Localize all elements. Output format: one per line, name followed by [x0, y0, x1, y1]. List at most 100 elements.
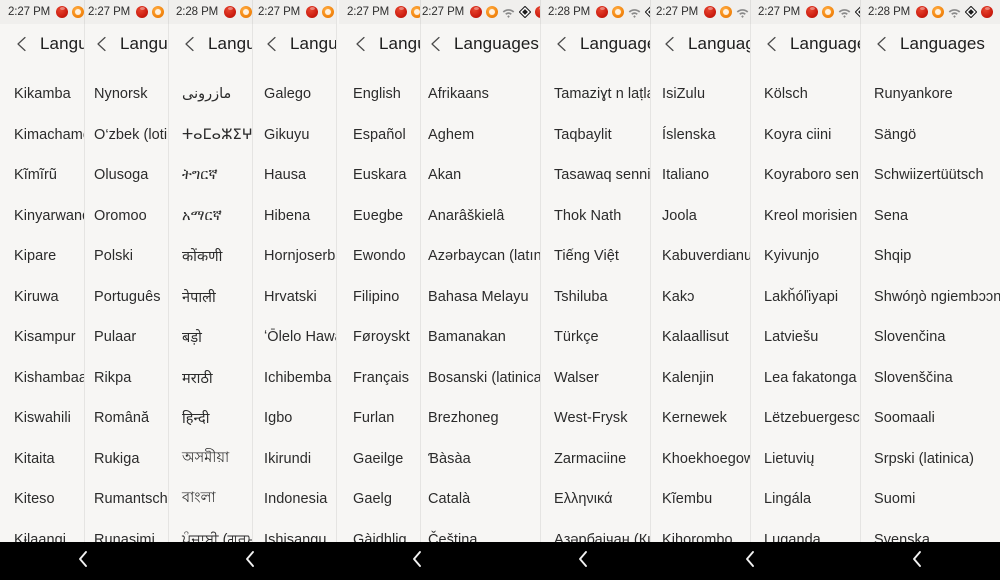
list-item[interactable]: Runyankore [860, 74, 1000, 115]
list-item[interactable]: Ɓàsàa [420, 439, 540, 480]
list-item[interactable]: Sena [860, 196, 1000, 237]
list-item[interactable]: Kiswahili [0, 398, 84, 439]
list-item[interactable]: Føroyskt [339, 317, 420, 358]
language-list[interactable]: Runyankore Sängö Schwiizertüütsch Sena Shqip… [860, 64, 1000, 560]
list-item[interactable]: Polski [84, 236, 168, 277]
list-item[interactable]: Lëtzebuergesch [750, 398, 860, 439]
list-item[interactable]: Kimachame [0, 115, 84, 156]
list-item[interactable]: Kitaita [0, 439, 84, 480]
list-item[interactable]: Khoekhoegowab [650, 439, 750, 480]
list-item[interactable]: Slovenčina [860, 317, 1000, 358]
list-item[interactable]: Bamanakan [420, 317, 540, 358]
list-item[interactable]: Kreol morisien [750, 196, 860, 237]
list-item[interactable]: Shwóŋò ngiembɔɔn [860, 277, 1000, 318]
list-item[interactable]: Kabuverdianu [650, 236, 750, 277]
list-item[interactable]: Thok Nath [540, 196, 650, 237]
language-list[interactable]: Tamaziɣt n laṭlaṣ Taqbaylit Tasawaq senni T… [540, 64, 650, 560]
chevron-left-icon[interactable] [550, 32, 574, 56]
list-item[interactable]: English [339, 74, 420, 115]
list-item[interactable]: Olusoga [84, 155, 168, 196]
list-item[interactable]: Italiano [650, 155, 750, 196]
list-item[interactable]: Català [420, 479, 540, 520]
list-item[interactable]: Kyivunjo [750, 236, 860, 277]
list-item[interactable]: Kinyarwanda [0, 196, 84, 237]
nav-back-chevron-icon[interactable] [409, 550, 425, 573]
chevron-left-icon[interactable] [178, 32, 202, 56]
list-item[interactable]: Español [339, 115, 420, 156]
list-item[interactable]: Schwiizertüütsch [860, 155, 1000, 196]
list-item[interactable]: Rumantsch [84, 479, 168, 520]
chevron-left-icon[interactable] [658, 32, 682, 56]
language-list[interactable]: Afrikaans Aghem Akan Anarâškielâ Azərbaycan … [420, 64, 540, 560]
list-item[interactable]: Română [84, 398, 168, 439]
list-item[interactable]: बड़ो [168, 317, 252, 358]
list-item[interactable]: West-Frysk [540, 398, 650, 439]
list-item[interactable]: Soomaali [860, 398, 1000, 439]
chevron-left-icon[interactable] [10, 32, 34, 56]
language-list[interactable]: Galego Gikuyu Hausa Hibena Hornjoserbšćina Hr… [252, 64, 336, 560]
list-item[interactable]: Hausa [252, 155, 336, 196]
language-list[interactable]: Nynorsk O‘zbek (lotin) Olusoga Oromoo Polski… [84, 64, 168, 560]
list-item[interactable]: Kölsch [750, 74, 860, 115]
list-item[interactable]: Kiruwa [0, 277, 84, 318]
list-item[interactable]: Tamaziɣt n laṭlaṣ [540, 74, 650, 115]
nav-back-button[interactable] [500, 542, 667, 580]
list-item[interactable]: Zarmaciine [540, 439, 650, 480]
list-item[interactable]: Kalaallisut [650, 317, 750, 358]
list-item[interactable]: Afrikaans [420, 74, 540, 115]
list-item[interactable]: Ikirundi [252, 439, 336, 480]
list-item[interactable]: Bosanski (latinica) [420, 358, 540, 399]
list-item[interactable]: Íslenska [650, 115, 750, 156]
list-item[interactable]: Aghem [420, 115, 540, 156]
language-list[interactable]: IsiZulu Íslenska Italiano Joola Kabuverdianu… [650, 64, 750, 560]
nav-back-button[interactable] [833, 542, 1000, 580]
list-item[interactable]: Filipino [339, 277, 420, 318]
list-item[interactable]: Kikamba [0, 74, 84, 115]
language-list[interactable]: Kölsch Koyra ciini Koyraboro senni Kreol mo… [750, 64, 860, 560]
list-item[interactable]: Shqip [860, 236, 1000, 277]
list-item[interactable]: Ichibemba [252, 358, 336, 399]
list-item[interactable]: Akan [420, 155, 540, 196]
list-item[interactable]: Hornjoserbšćina [252, 236, 336, 277]
list-item[interactable]: Eʋegbe [339, 196, 420, 237]
list-item[interactable]: Français [339, 358, 420, 399]
list-item[interactable]: Oromoo [84, 196, 168, 237]
nav-back-button[interactable] [667, 542, 834, 580]
list-item[interactable]: Português [84, 277, 168, 318]
list-item[interactable]: Anarâškielâ [420, 196, 540, 237]
list-item[interactable]: हिन्दी [168, 398, 252, 439]
list-item[interactable]: Hrvatski [252, 277, 336, 318]
chevron-left-icon[interactable] [870, 32, 894, 56]
language-list[interactable]: Kikamba Kimachame Kĩmĩrũ Kinyarwanda Kipare K… [0, 64, 84, 560]
list-item[interactable]: IsiZulu [650, 74, 750, 115]
list-item[interactable]: Kisampur [0, 317, 84, 358]
list-item[interactable]: Bahasa Melayu [420, 277, 540, 318]
list-item[interactable]: Euskara [339, 155, 420, 196]
list-item[interactable]: Lea fakatonga [750, 358, 860, 399]
list-item[interactable]: Slovenščina [860, 358, 1000, 399]
list-item[interactable]: ʻŌlelo Hawaiʻi [252, 317, 336, 358]
list-item[interactable]: O‘zbek (lotin) [84, 115, 168, 156]
list-item[interactable]: Rikpa [84, 358, 168, 399]
list-item[interactable]: Lingála [750, 479, 860, 520]
list-item[interactable]: Igbo [252, 398, 336, 439]
list-item[interactable]: Türkçe [540, 317, 650, 358]
list-item[interactable]: Sängö [860, 115, 1000, 156]
nav-back-button[interactable] [333, 542, 500, 580]
list-item[interactable]: مازرونی [168, 74, 252, 115]
list-item[interactable]: Suomi [860, 479, 1000, 520]
list-item[interactable]: Azərbaycan (latın) [420, 236, 540, 277]
nav-back-chevron-icon[interactable] [242, 550, 258, 573]
list-item[interactable]: Indonesia [252, 479, 336, 520]
list-item[interactable]: Gaeilge [339, 439, 420, 480]
chevron-left-icon[interactable] [260, 32, 284, 56]
list-item[interactable]: Tasawaq senni [540, 155, 650, 196]
list-item[interactable]: Koyraboro senni [750, 155, 860, 196]
list-item[interactable]: Kiteso [0, 479, 84, 520]
list-item[interactable]: Lietuvių [750, 439, 860, 480]
list-item[interactable]: Kalenjin [650, 358, 750, 399]
nav-back-button[interactable] [0, 542, 167, 580]
chevron-left-icon[interactable] [760, 32, 784, 56]
nav-back-chevron-icon[interactable] [575, 550, 591, 573]
list-item[interactable]: Gikuyu [252, 115, 336, 156]
